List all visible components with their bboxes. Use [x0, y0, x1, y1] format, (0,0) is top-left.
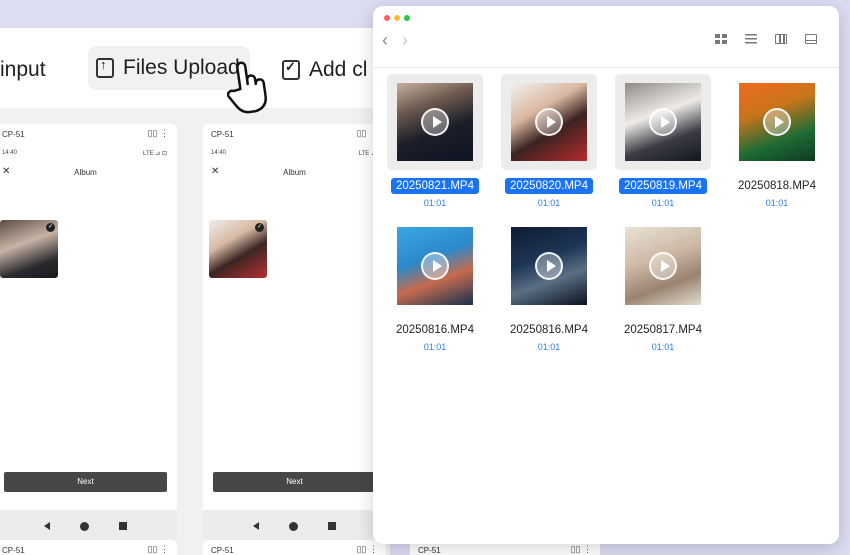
- back-icon[interactable]: [44, 522, 50, 530]
- thumbnail-frame: [615, 74, 711, 170]
- zoom-window-button[interactable]: [404, 15, 410, 21]
- status-network: LTE ⊿ ⊡: [143, 151, 167, 157]
- thumbnail-frame: [387, 218, 483, 314]
- recents-icon[interactable]: [328, 522, 336, 530]
- toolbar: input Files Upload Add cl: [0, 28, 390, 108]
- finder-window: ‹ › 20250821.MP4 01:01 20250820.MP4 01:0…: [373, 6, 839, 544]
- device-name: CP-51: [211, 546, 234, 555]
- add-button[interactable]: Add cl: [282, 52, 367, 88]
- video-thumbnail: [511, 227, 587, 305]
- check-icon: ✓: [255, 223, 264, 232]
- video-thumbnail: [397, 227, 473, 305]
- file-duration: 01:01: [537, 198, 561, 208]
- thumbnail-frame: [387, 74, 483, 170]
- file-item[interactable]: 20250816.MP4 01:01: [495, 218, 603, 352]
- file-duration: 01:01: [537, 342, 561, 352]
- album-photo[interactable]: ✓: [209, 220, 267, 278]
- video-thumbnail: [511, 83, 587, 161]
- file-name: 20250819.MP4: [618, 178, 707, 194]
- thumbnail-frame: [615, 218, 711, 314]
- play-icon: [421, 108, 449, 136]
- gallery-view-icon[interactable]: [805, 34, 817, 44]
- device-name: CP-51: [211, 130, 234, 139]
- device-name: CP-51: [2, 546, 25, 555]
- file-name: 20250818.MP4: [737, 180, 816, 192]
- hand-cursor-icon: [222, 55, 273, 117]
- thumbnail-frame: [729, 74, 825, 170]
- file-duration: 01:01: [651, 198, 675, 208]
- file-item[interactable]: 20250821.MP4 01:01: [381, 74, 489, 208]
- album-title: Album: [74, 168, 97, 177]
- back-icon[interactable]: [253, 522, 259, 530]
- phone-screen-2: CP-51 ▯▯ ⋮ 14:40 LTE ⊿ ✕ Album ✓ Next: [203, 124, 386, 542]
- device-menu-icon[interactable]: ▯▯ ⋮: [571, 544, 592, 555]
- device-name: CP-51: [2, 130, 25, 139]
- android-nav-bar: [203, 510, 386, 542]
- add-check-icon: [282, 59, 300, 80]
- grid-view-icon[interactable]: [715, 34, 727, 44]
- column-view-icon[interactable]: [775, 34, 787, 44]
- file-name: 20250817.MP4: [623, 324, 702, 336]
- recents-icon[interactable]: [119, 522, 127, 530]
- album-title: Album: [283, 168, 306, 177]
- thumbnail-frame: [501, 74, 597, 170]
- file-duration: 01:01: [651, 342, 675, 352]
- android-nav-bar: [0, 510, 177, 542]
- file-name: 20250816.MP4: [509, 324, 588, 336]
- minimize-window-button[interactable]: [394, 15, 400, 21]
- device-menu-icon[interactable]: ▯▯ ⋮: [148, 128, 169, 139]
- device-menu-icon[interactable]: ▯▯ ⋮: [148, 544, 169, 555]
- play-icon: [649, 252, 677, 280]
- file-name: 20250821.MP4: [390, 178, 479, 194]
- video-thumbnail: [625, 227, 701, 305]
- file-item[interactable]: 20250817.MP4 01:01: [609, 218, 717, 352]
- play-icon: [535, 252, 563, 280]
- file-item[interactable]: 20250820.MP4 01:01: [495, 74, 603, 208]
- video-thumbnail: [625, 83, 701, 161]
- file-item[interactable]: 20250816.MP4 01:01: [381, 218, 489, 352]
- list-view-icon[interactable]: [745, 34, 757, 44]
- device-name: CP-51: [418, 546, 441, 555]
- file-item[interactable]: 20250818.MP4 01:01: [723, 74, 831, 208]
- input-label: input: [0, 58, 46, 81]
- upload-icon: [96, 57, 114, 78]
- file-item[interactable]: 20250819.MP4 01:01: [609, 74, 717, 208]
- window-titlebar: ‹ ›: [373, 6, 839, 68]
- home-icon[interactable]: [289, 521, 298, 531]
- phone-screen-4: CP-51 ▯▯ ⋮: [203, 540, 386, 555]
- video-thumbnail: [739, 83, 815, 161]
- window-controls: [384, 15, 410, 21]
- file-duration: 01:01: [423, 342, 447, 352]
- phone-screen-1: CP-51 ▯▯ ⋮ 14:40 LTE ⊿ ⊡ ✕ Album ✓ Next: [0, 124, 177, 542]
- check-icon: ✓: [46, 223, 55, 232]
- background-app: input Files Upload Add cl CP-51 ▯▯ ⋮ 14:…: [0, 28, 390, 555]
- thumbnail-frame: [501, 218, 597, 314]
- navigation: ‹ ›: [382, 30, 408, 51]
- file-duration: 01:01: [423, 198, 447, 208]
- files-upload-label: Files Upload: [123, 56, 240, 79]
- file-name: 20250816.MP4: [395, 324, 474, 336]
- status-time: 14:40: [211, 150, 227, 156]
- back-arrow-icon[interactable]: ‹: [382, 30, 388, 51]
- next-button[interactable]: Next: [213, 472, 376, 492]
- play-icon: [535, 108, 563, 136]
- file-name: 20250820.MP4: [504, 178, 593, 194]
- phone-screen-3: CP-51 ▯▯ ⋮: [0, 540, 177, 555]
- close-window-button[interactable]: [384, 15, 390, 21]
- next-button[interactable]: Next: [4, 472, 167, 492]
- album-photo[interactable]: ✓: [0, 220, 58, 278]
- forward-arrow-icon[interactable]: ›: [402, 30, 408, 51]
- view-switcher: [715, 34, 817, 44]
- file-duration: 01:01: [765, 198, 789, 208]
- video-thumbnail: [397, 83, 473, 161]
- add-label: Add cl: [309, 58, 368, 81]
- play-icon: [763, 108, 791, 136]
- home-icon[interactable]: [80, 521, 89, 531]
- play-icon: [649, 108, 677, 136]
- status-time: 14:40: [2, 150, 18, 156]
- input-tab[interactable]: input: [0, 52, 46, 88]
- device-menu-icon[interactable]: ▯▯ ⋮: [357, 544, 378, 555]
- play-icon: [421, 252, 449, 280]
